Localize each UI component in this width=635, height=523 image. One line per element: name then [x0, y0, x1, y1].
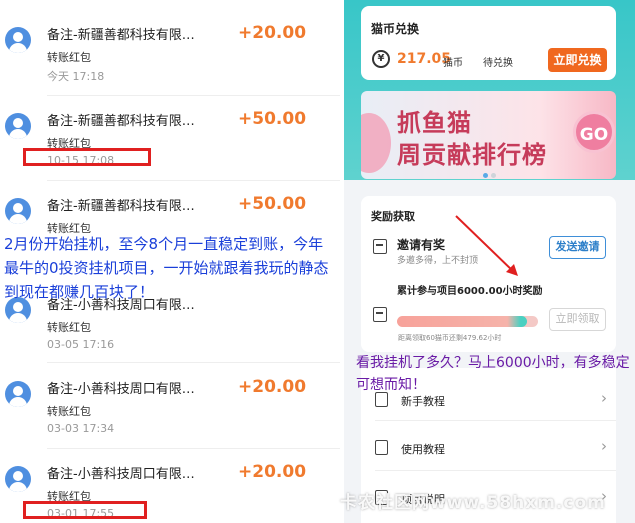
- accumulated-hours-title: 累计参与项目6000.00小时奖励: [397, 286, 543, 297]
- watermark: 卡农社区网www.58hxm.com: [340, 493, 606, 513]
- rewards-title: 奖励获取: [371, 210, 415, 223]
- transaction-date: 03-05 17:16: [47, 338, 115, 351]
- transaction-amount: +20.00: [238, 462, 307, 482]
- invite-reward-title: 邀请有奖: [397, 238, 446, 252]
- coin-unit: 猫币: [443, 58, 463, 69]
- transaction-item-1[interactable]: 备注-新疆善都科技有限… +20.00 转账红包 今天 17:18: [0, 0, 340, 84]
- avatar-icon: [5, 381, 31, 407]
- reward-app-screen: 猫币兑换 ¥ 217.05 猫币 待兑换 立即兑换 抓鱼猫 周贡献排行榜 GO …: [344, 0, 635, 523]
- transaction-amount: +20.00: [238, 23, 307, 43]
- banner-title: 抓鱼猫: [397, 108, 472, 137]
- chevron-right-icon: ›: [601, 437, 607, 455]
- divider: [375, 470, 616, 471]
- red-arrow-annotation: [455, 215, 518, 276]
- hours-progress-bar: [397, 316, 538, 327]
- date-highlight-box: [23, 148, 151, 166]
- transaction-amount: +20.00: [238, 377, 307, 397]
- hours-remaining-note: 距离领取60猫币还剩479.62小时: [398, 334, 502, 342]
- transaction-list: 备注-新疆善都科技有限… +20.00 转账红包 今天 17:18 备注-新疆善…: [0, 0, 340, 523]
- transaction-amount: +50.00: [238, 109, 307, 129]
- transaction-title: 备注-新疆善都科技有限…: [47, 199, 195, 214]
- transaction-type: 转账红包: [47, 51, 91, 64]
- coin-icon: ¥: [372, 50, 390, 68]
- hours-progress-fill: [397, 316, 527, 327]
- ranking-banner[interactable]: 抓鱼猫 周贡献排行榜 GO: [361, 91, 616, 179]
- transaction-date: 今天 17:18: [47, 70, 105, 83]
- divider: [375, 420, 616, 421]
- send-invite-button[interactable]: 发送邀请: [549, 236, 606, 259]
- menu-item-usage-tutorial[interactable]: 使用教程 ›: [361, 422, 616, 472]
- transaction-type: 转账红包: [47, 405, 91, 418]
- annotation-text-left: 2月份开始挂机，至今8个月一直稳定到账，今年最牛的0投资挂机项目，一开始就跟着我…: [4, 235, 329, 301]
- transaction-title: 备注-小善科技周口有限…: [47, 467, 195, 482]
- rewards-card: 奖励获取 邀请有奖 多邀多得，上不封顶 发送邀请 累计参与项目6000.00小时…: [361, 196, 616, 352]
- transaction-type: 转账红包: [47, 321, 91, 334]
- transaction-amount: +50.00: [238, 194, 307, 214]
- coin-exchange-title: 猫币兑换: [371, 22, 420, 36]
- transaction-title: 备注-小善科技周口有限…: [47, 382, 195, 397]
- avatar-icon: [5, 27, 31, 53]
- document-icon: [375, 440, 388, 455]
- coin-exchange-card: 猫币兑换 ¥ 217.05 猫币 待兑换 立即兑换: [361, 6, 616, 80]
- transaction-item-5[interactable]: 备注-小善科技周口有限… +20.00 转账红包 03-03 17:34: [0, 354, 340, 438]
- avatar-icon: [5, 198, 31, 224]
- banner-decoration: [361, 113, 391, 173]
- coin-pending-label: 待兑换: [483, 58, 513, 69]
- claim-now-button[interactable]: 立即领取: [549, 308, 606, 331]
- date-highlight-box: [23, 501, 147, 519]
- transaction-date: 03-03 17:34: [47, 422, 115, 435]
- gift-icon: [373, 307, 387, 322]
- go-badge[interactable]: GO: [573, 111, 615, 153]
- annotation-text-right: 看我挂机了多久？马上6000小时，有多稳定可想而知！: [356, 355, 630, 393]
- banner-subtitle: 周贡献排行榜: [397, 140, 547, 169]
- gift-icon: [373, 239, 387, 254]
- avatar-icon: [5, 113, 31, 139]
- avatar-icon: [5, 466, 31, 492]
- redeem-now-button[interactable]: 立即兑换: [548, 48, 607, 72]
- menu-item-label: 使用教程: [401, 443, 445, 456]
- transaction-title: 备注-新疆善都科技有限…: [47, 28, 195, 43]
- carousel-dot-active[interactable]: [483, 173, 488, 178]
- carousel-dot[interactable]: [491, 173, 496, 178]
- transaction-title: 备注-新疆善都科技有限…: [47, 114, 195, 129]
